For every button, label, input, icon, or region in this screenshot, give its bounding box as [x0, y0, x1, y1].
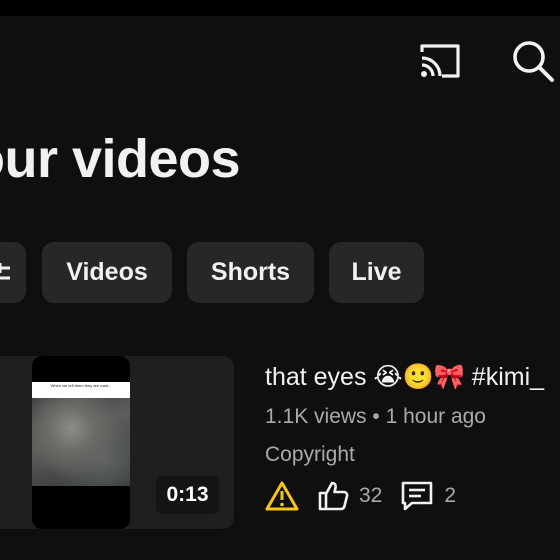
video-title[interactable]: that eyes 😭🙂🎀 #kimi_ — [265, 362, 544, 392]
video-license: Copyright — [265, 443, 355, 466]
cast-icon — [420, 44, 460, 78]
cast-button[interactable] — [414, 38, 466, 84]
chip-live[interactable]: Live — [329, 242, 424, 303]
search-button[interactable] — [506, 36, 560, 86]
page-title: our videos — [0, 129, 241, 189]
comment-count: 2 — [444, 484, 457, 507]
video-stats: 32 2 — [265, 476, 456, 516]
comment-icon[interactable] — [400, 480, 434, 512]
thumbnail-caption: When we tell them they are mad... — [32, 382, 130, 398]
search-icon — [513, 41, 554, 82]
chip-videos[interactable]: Videos — [42, 242, 172, 303]
status-bar-strip — [0, 0, 560, 16]
duration-badge: 0:13 — [156, 476, 219, 514]
chip-shorts[interactable]: Shorts — [187, 242, 314, 303]
sort-chip[interactable] — [0, 242, 26, 303]
thumbnail-image — [32, 398, 130, 486]
like-count: 32 — [359, 484, 383, 507]
sort-icon — [0, 262, 10, 279]
like-icon[interactable] — [317, 480, 349, 512]
video-thumbnail[interactable]: When we tell them they are mad... — [32, 356, 130, 529]
video-meta: 1.1K views • 1 hour ago — [265, 405, 486, 428]
warning-icon[interactable] — [265, 480, 299, 512]
